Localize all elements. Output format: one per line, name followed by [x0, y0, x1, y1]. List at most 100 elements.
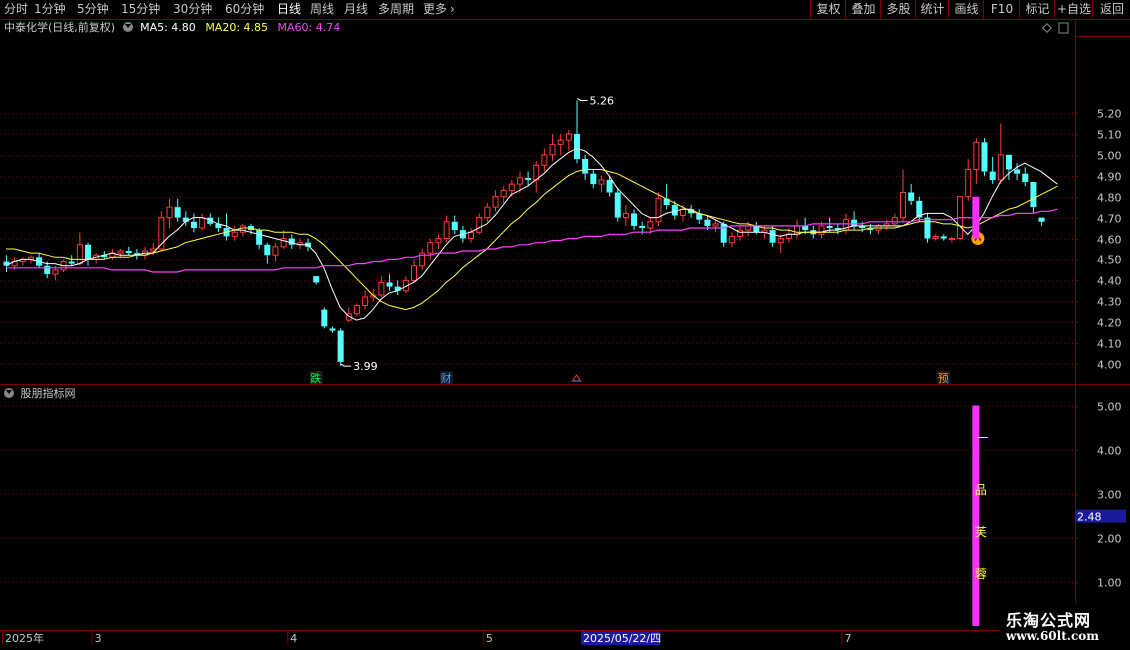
y-tick-label-main: 4.10	[1097, 338, 1122, 351]
price-annotation-label: 5.26	[590, 94, 615, 107]
price-annotation-arrow	[577, 98, 588, 101]
y-tick-label-main: 4.30	[1097, 296, 1122, 309]
candle-body-up	[76, 244, 83, 265]
signal-text-char-2: 芙	[975, 525, 987, 539]
candle-body-up	[166, 206, 173, 219]
candle-body-up	[411, 265, 417, 281]
y-tick-label-main: 5.20	[1097, 108, 1122, 121]
candle-body-down	[68, 261, 75, 264]
watermark: 乐淘公式网 www.60lt.com	[1000, 603, 1130, 650]
indicator-bar	[972, 405, 980, 626]
candle-body-down	[631, 213, 638, 226]
signal-text-char-0-text: 一	[975, 440, 976, 442]
watermark-url: www.60lt.com	[1006, 629, 1099, 643]
candle-body-down	[44, 265, 51, 275]
main-signal-bar	[972, 196, 980, 239]
x-axis-label: 3	[95, 632, 102, 645]
y-tick-label-sub: 1.00	[1097, 577, 1122, 590]
candle-body-up	[679, 208, 686, 216]
candle-body-down	[981, 142, 988, 172]
candle-body-up	[492, 196, 499, 208]
y-tick-label-main: 4.20	[1097, 317, 1122, 330]
candle-body-down	[940, 236, 947, 239]
candle-body-down	[851, 219, 858, 226]
x-axis-label: 2025年	[5, 631, 44, 645]
candle-body-up	[549, 143, 556, 156]
candle-body-down	[924, 217, 931, 239]
signal-text-char-3: 蓉	[975, 567, 987, 581]
candle-body-down	[908, 192, 915, 201]
candle-body-down	[85, 244, 91, 260]
event-marker-arrow	[571, 374, 582, 382]
y-tick-label-main: 4.60	[1097, 234, 1122, 247]
candle-body-up	[500, 189, 507, 198]
candle-body-down	[525, 177, 532, 180]
settings-circle-icon[interactable]	[4, 388, 14, 398]
candle-body-down	[386, 282, 393, 287]
y-tick-label-main: 5.00	[1097, 150, 1122, 163]
candle-body-down	[582, 159, 589, 174]
candle-body-down	[826, 225, 833, 229]
y-tick-label-main: 4.50	[1097, 254, 1122, 267]
candle-body-up	[794, 225, 801, 235]
candle-body-down	[574, 133, 580, 160]
candle-body-up	[647, 221, 654, 229]
x-axis-date-highlight: 2025/05/22/四	[583, 632, 661, 645]
y-tick-label-sub: 5.00	[1097, 401, 1122, 414]
candle-body-up	[557, 139, 564, 145]
candle-body-up	[516, 177, 523, 185]
y-tick-label-main: 4.70	[1097, 213, 1122, 226]
candle-body-up	[932, 235, 939, 240]
candle-body-up	[427, 242, 434, 254]
candle-body-up	[622, 212, 629, 219]
settings-circle-icon[interactable]	[122, 22, 133, 32]
candle-body-up	[378, 281, 385, 296]
candle-body-up	[362, 296, 369, 306]
y-tick-label-sub: 4.00	[1097, 445, 1122, 458]
candle-body-up	[117, 250, 124, 254]
candle-body-down	[451, 221, 458, 231]
window-icon	[1058, 22, 1069, 34]
candle-body-up	[900, 191, 906, 219]
candle-body-down	[989, 171, 996, 180]
x-axis-label: 7	[844, 632, 851, 645]
candle-body-up	[272, 246, 279, 256]
sub-panel-title: 股朋指标网	[4, 387, 76, 401]
y-tick-label-main: 4.80	[1097, 192, 1122, 205]
event-marker-38: 跌	[310, 371, 321, 385]
candle-body-down	[190, 221, 197, 229]
candle-body-up	[199, 217, 206, 229]
candle-body-up	[280, 238, 287, 248]
chart-info-line: 中泰化学(日线,前复权) MA5: 4.80 MA20: 4.85 MA60: …	[4, 21, 340, 35]
candle-body-down	[606, 179, 613, 193]
kline-chart-canvas[interactable]: 4.00 4.10 4.20 4.30 4.40 4.50 4.60 4.70 4.80 4.90…	[0, 0, 1130, 650]
candle-body-up	[745, 225, 752, 231]
candle-body-up	[965, 168, 972, 198]
sub-panel-name: 股朋指标网	[20, 387, 76, 400]
ma20-label: MA20: 4.85	[205, 21, 269, 34]
candle-body-down	[337, 330, 344, 362]
candle-body-up	[712, 223, 719, 227]
candle-body-down	[321, 309, 328, 327]
candle-body-up	[948, 238, 955, 240]
candle-body-down	[614, 192, 621, 218]
candle-body-down	[1038, 217, 1045, 222]
candle-body-down	[802, 225, 809, 231]
y-tick-label-main: 4.00	[1097, 359, 1122, 372]
ma5-label: MA5: 4.80	[140, 21, 196, 34]
candle-body-up	[353, 304, 360, 315]
y-tick-label-main: 4.40	[1097, 275, 1122, 288]
event-marker-115: 预	[938, 372, 949, 385]
candle-body-up	[476, 217, 483, 233]
price-annotation-arrow	[340, 363, 352, 367]
candle-body-up	[484, 206, 491, 219]
stock-name[interactable]: 中泰化学(日线,前复权)	[4, 21, 115, 34]
candle-body-down	[1005, 154, 1012, 170]
candle-body-up	[818, 225, 825, 235]
candle-body-up	[443, 221, 450, 239]
candle-body-down	[590, 173, 597, 185]
candle-body-up	[468, 231, 475, 240]
candle-body-down	[1030, 182, 1037, 208]
candle-body-up	[239, 225, 246, 233]
candle-body-down	[264, 244, 271, 256]
